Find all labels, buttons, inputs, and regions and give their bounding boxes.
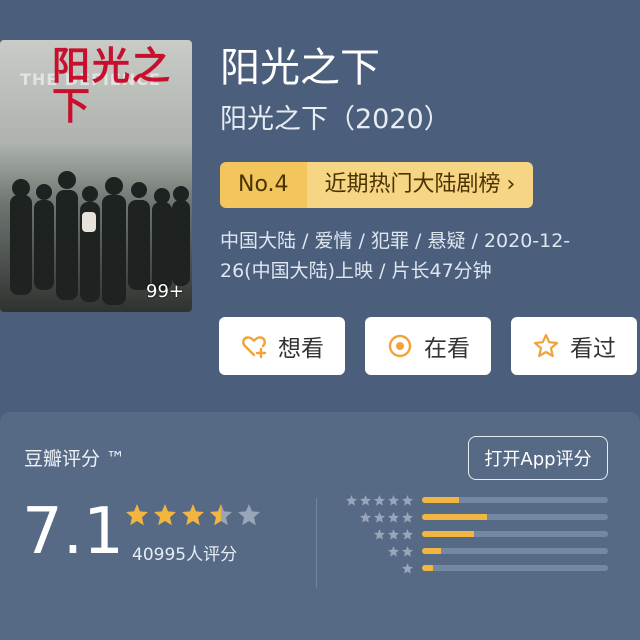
mini-star-icon <box>388 528 399 540</box>
mini-stars <box>344 545 414 558</box>
mini-star-icon <box>374 511 385 523</box>
poster-count-badge: 99+ <box>146 281 184 302</box>
heart-plus-icon <box>242 336 267 359</box>
mini-star-icon <box>402 545 413 557</box>
distribution-bar-fill <box>422 548 441 554</box>
poster-image[interactable]: THE DEFIENCE 阳光之下 99+ <box>0 40 192 312</box>
mini-star-icon <box>402 511 413 523</box>
rating-count: 40995人评分 <box>132 545 238 565</box>
page-subtitle: 阳光之下（2020） <box>220 104 451 135</box>
mini-stars <box>344 494 414 507</box>
distribution-bar-fill <box>422 497 460 503</box>
star-full-icon <box>182 504 204 526</box>
watching-label: 在看 <box>424 336 470 362</box>
page-title: 阳光之下 <box>220 45 380 91</box>
want-label: 想看 <box>278 336 324 362</box>
distribution-bar <box>422 548 608 554</box>
rating-distribution-row <box>344 526 608 542</box>
want-button[interactable]: 想看 <box>219 317 345 375</box>
rating-distribution-row <box>344 509 608 525</box>
mini-star-icon <box>402 528 413 540</box>
mini-star-icon <box>402 494 413 506</box>
mini-stars <box>344 528 414 541</box>
distribution-bar <box>422 531 608 537</box>
distribution-bar-fill <box>422 514 488 520</box>
rank-list-label: 近期热门大陆剧榜 <box>324 172 501 197</box>
watched-label: 看过 <box>570 336 616 362</box>
meta-info: 中国大陆 / 爱情 / 犯罪 / 悬疑 / 2020-12-26(中国大陆)上映… <box>220 230 571 282</box>
star-empty-icon <box>238 504 260 526</box>
rating-distribution <box>344 492 608 577</box>
mini-star-icon <box>402 562 413 574</box>
rating-score: 7.1 <box>22 495 124 569</box>
rank-tag[interactable]: No.4 近期热门大陆剧榜 › <box>220 162 534 208</box>
rating-distribution-row <box>344 492 608 508</box>
mini-stars <box>344 511 414 524</box>
distribution-bar <box>422 565 608 571</box>
watched-button[interactable]: 看过 <box>511 317 637 375</box>
star-outline-icon <box>533 333 559 358</box>
rating-distribution-row <box>344 560 608 576</box>
chevron-right-icon: › <box>506 172 516 197</box>
open-app-rate-button[interactable]: 打开App评分 <box>468 436 608 480</box>
mini-star-icon <box>346 494 357 506</box>
action-buttons: 想看 在看 看过 <box>219 317 637 375</box>
mini-star-icon <box>374 494 385 506</box>
mini-star-icon <box>388 511 399 523</box>
rating-distribution-row <box>344 543 608 559</box>
rank-list-name: 近期热门大陆剧榜 › <box>306 162 534 208</box>
star-full-icon <box>154 504 176 526</box>
star-full-icon <box>126 504 148 526</box>
mini-star-icon <box>388 545 399 557</box>
rank-number: No.4 <box>220 162 307 208</box>
distribution-bar-fill <box>422 531 475 537</box>
mini-star-icon <box>374 528 385 540</box>
douban-rating-label: 豆瓣评分 ™ <box>24 448 126 470</box>
distribution-bar <box>422 497 608 503</box>
star-half-icon <box>210 504 232 526</box>
mini-star-icon <box>360 511 371 523</box>
poster-title: 阳光之下 <box>52 43 173 128</box>
distribution-bar-fill <box>422 565 434 571</box>
mini-star-icon <box>360 494 371 506</box>
mini-stars <box>344 562 414 575</box>
rating-card: 豆瓣评分 ™ 打开App评分 7.1 40995人评分 <box>0 412 640 640</box>
divider <box>316 498 317 588</box>
watching-button[interactable]: 在看 <box>365 317 491 375</box>
mini-star-icon <box>388 494 399 506</box>
target-icon <box>388 334 412 358</box>
distribution-bar <box>422 514 608 520</box>
rating-stars <box>124 502 262 528</box>
